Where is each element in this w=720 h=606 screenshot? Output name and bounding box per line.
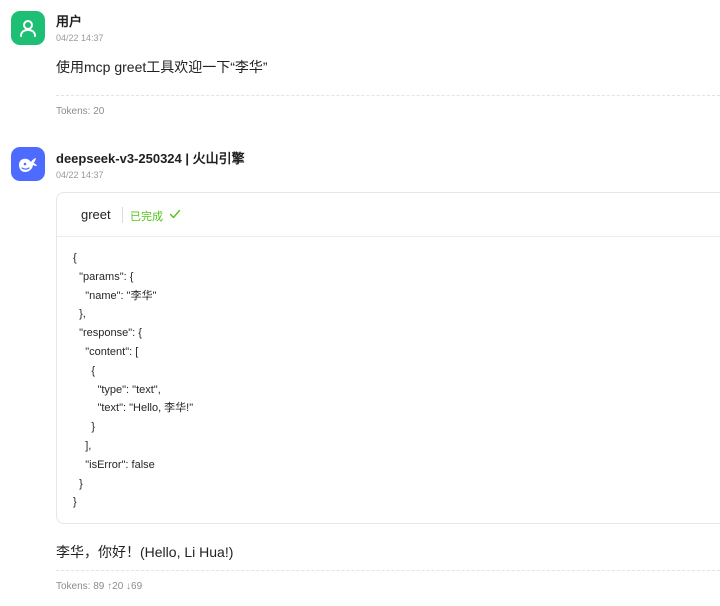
assistant-message-divider xyxy=(56,570,720,571)
user-token-count: Tokens: 20 xyxy=(56,106,105,117)
tool-header-separator xyxy=(122,207,123,223)
user-message-divider xyxy=(56,95,720,96)
tool-call-card: greet 已完成 { "params": { "name": "李华" }, … xyxy=(56,192,720,524)
chat-page: 用户 04/22 14:37 使用mcp greet工具欢迎一下“李华” Tok… xyxy=(0,0,720,606)
user-sender-name: 用户 xyxy=(56,14,83,29)
assistant-token-count: Tokens: 89 ↑20 ↓69 xyxy=(56,581,143,592)
assistant-sender-name: deepseek-v3-250324 | 火山引擎 xyxy=(56,151,245,166)
tool-output-json: { "params": { "name": "李华" }, "response"… xyxy=(73,252,194,509)
user-icon xyxy=(20,20,36,37)
check-icon xyxy=(169,209,181,219)
assistant-avatar[interactable] xyxy=(11,147,45,181)
user-message-text: 使用mcp greet工具欢迎一下“李华” xyxy=(56,59,268,75)
assistant-message-text: 李华，你好！(Hello, Li Hua!) xyxy=(56,544,234,560)
user-message-time: 04/22 14:37 xyxy=(56,33,104,43)
tool-status: 已完成 xyxy=(130,211,163,223)
tool-name: greet xyxy=(81,207,111,222)
user-avatar[interactable] xyxy=(11,11,45,45)
whale-icon xyxy=(19,158,37,172)
assistant-message-time: 04/22 14:37 xyxy=(56,170,104,180)
tool-call-header[interactable]: greet 已完成 xyxy=(57,193,720,237)
